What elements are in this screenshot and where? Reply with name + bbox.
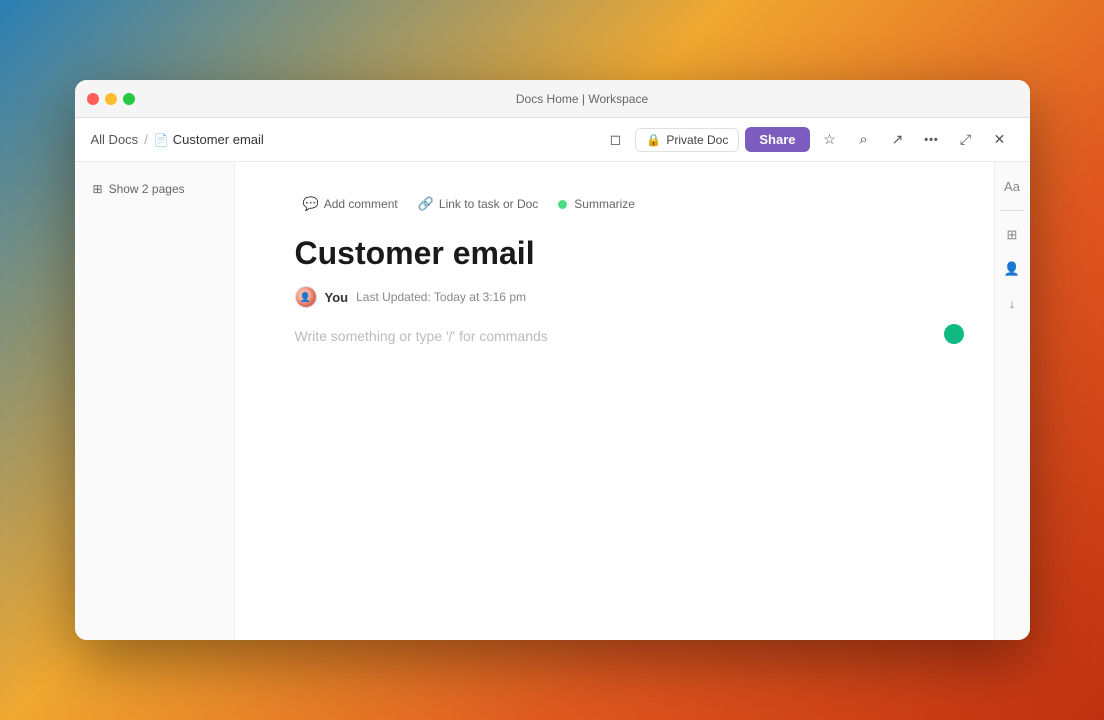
doc-icon: 📄 (154, 133, 169, 147)
breadcrumb: All Docs / 📄 Customer email (91, 132, 594, 147)
add-comment-label: Add comment (324, 197, 398, 211)
grid-view-button[interactable]: ⊞ (998, 221, 1026, 249)
doc-content: 💬 Add comment 🔗 Link to task or Doc Summ… (235, 162, 994, 640)
doc-title[interactable]: Customer email (295, 234, 934, 272)
close-button[interactable]: ✕ (986, 126, 1014, 154)
show-pages-label: Show 2 pages (109, 182, 185, 196)
summarize-dot (558, 200, 567, 209)
search-button[interactable]: ⌕ (850, 126, 878, 154)
main-area: ⊞ Show 2 pages 💬 Add comment 🔗 Link to t… (75, 162, 1030, 640)
star-icon: ☆ (823, 131, 836, 148)
doc-editor[interactable]: Write something or type '/' for commands (295, 328, 934, 346)
close-icon: ✕ (994, 131, 1006, 148)
fullscreen-button[interactable]: ⤢ (952, 126, 980, 154)
fullscreen-icon: ⤢ (960, 131, 971, 148)
export-button[interactable]: ↗ (884, 126, 912, 154)
more-button[interactable]: ••• (918, 126, 946, 154)
last-updated: Last Updated: Today at 3:16 pm (356, 290, 526, 304)
link-task-label: Link to task or Doc (439, 197, 538, 211)
author-name: You (325, 290, 349, 305)
pages-icon: ⊞ (93, 182, 103, 196)
close-traffic-light[interactable] (87, 93, 99, 105)
grid-icon: ⊞ (1007, 227, 1018, 243)
titlebar: Docs Home | Workspace (75, 80, 1030, 118)
bookmark-icon: ◻ (610, 131, 622, 148)
toolbar-actions: ◻ 🔒 Private Doc Share ☆ ⌕ ↗ ••• ⤢ (601, 126, 1013, 154)
font-size-button[interactable]: Aa (998, 172, 1026, 200)
export-icon: ↗ (892, 131, 904, 148)
download-icon: ↓ (1009, 296, 1016, 311)
doc-toolbar: 💬 Add comment 🔗 Link to task or Doc Summ… (295, 192, 934, 216)
link-task-button[interactable]: 🔗 Link to task or Doc (410, 192, 547, 216)
left-sidebar: ⊞ Show 2 pages (75, 162, 235, 640)
private-doc-button[interactable]: 🔒 Private Doc (635, 128, 739, 152)
minimize-traffic-light[interactable] (105, 93, 117, 105)
user-cursor-indicator (944, 324, 964, 344)
search-icon: ⌕ (859, 131, 867, 148)
app-window: Docs Home | Workspace All Docs / 📄 Custo… (75, 80, 1030, 640)
divider (1000, 210, 1024, 211)
editor-placeholder: Write something or type '/' for commands (295, 328, 548, 344)
breadcrumb-separator: / (144, 132, 148, 147)
breadcrumb-all-docs[interactable]: All Docs (91, 132, 139, 147)
comment-icon: 💬 (303, 196, 319, 212)
toolbar: All Docs / 📄 Customer email ◻ 🔒 Private … (75, 118, 1030, 162)
doc-meta: 👤 You Last Updated: Today at 3:16 pm (295, 286, 934, 308)
breadcrumb-current-doc: 📄 Customer email (154, 132, 264, 147)
summarize-label: Summarize (574, 197, 635, 211)
share-button[interactable]: Share (745, 127, 809, 152)
add-comment-button[interactable]: 💬 Add comment (295, 192, 406, 216)
toolbar-bookmark-btn[interactable]: ◻ (601, 126, 629, 154)
private-doc-label: Private Doc (666, 133, 728, 147)
maximize-traffic-light[interactable] (123, 93, 135, 105)
author-avatar: 👤 (295, 286, 317, 308)
summarize-button[interactable]: Summarize (550, 193, 643, 215)
window-title: Docs Home | Workspace (147, 92, 1018, 106)
lock-icon: 🔒 (646, 133, 661, 147)
right-sidebar: Aa ⊞ 👤 ↓ (994, 162, 1030, 640)
breadcrumb-doc-name: Customer email (173, 132, 264, 147)
doc-area: 💬 Add comment 🔗 Link to task or Doc Summ… (235, 162, 1030, 640)
users-icon: 👤 (1004, 261, 1020, 277)
star-button[interactable]: ☆ (816, 126, 844, 154)
more-icon: ••• (924, 134, 939, 146)
users-button[interactable]: 👤 (998, 255, 1026, 283)
traffic-lights (87, 93, 135, 105)
show-pages-button[interactable]: ⊞ Show 2 pages (87, 178, 222, 200)
link-icon: 🔗 (418, 196, 434, 212)
download-button[interactable]: ↓ (998, 289, 1026, 317)
font-icon: Aa (1004, 179, 1020, 194)
